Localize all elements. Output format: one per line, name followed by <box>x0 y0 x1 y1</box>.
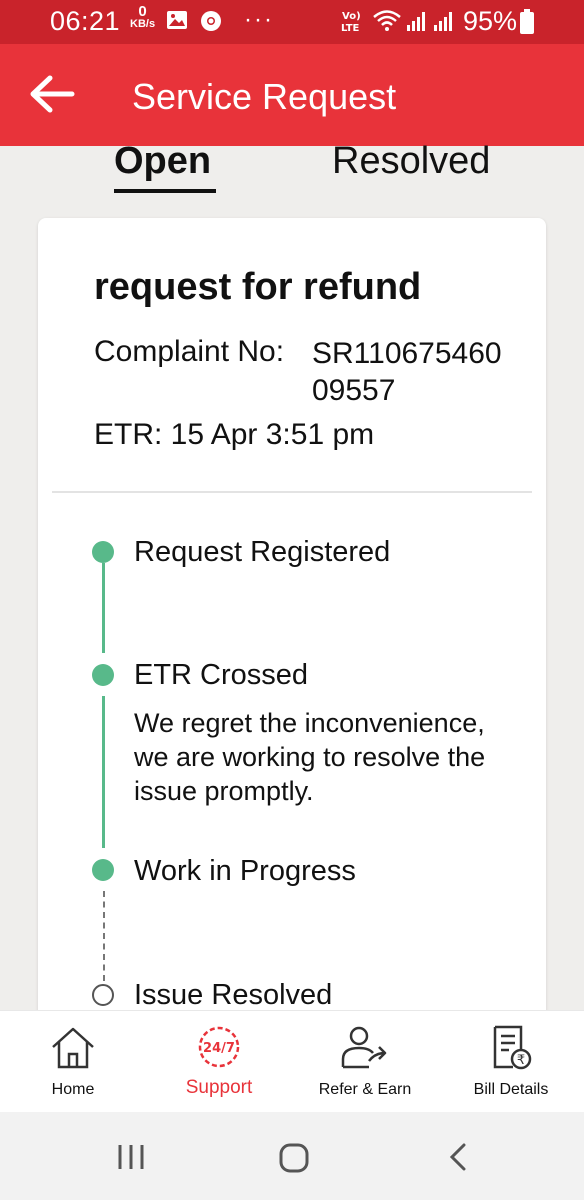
signal-2-icon <box>432 10 454 37</box>
bottom-navigation: Home 24/7 Support Refer & Earn ₹ Bill De… <box>0 1010 584 1112</box>
nav-label-support: Support <box>185 1077 253 1098</box>
data-speed-indicator: 0 KB/s <box>130 3 156 30</box>
timeline-label-etr-crossed: ETR Crossed <box>134 659 309 691</box>
timeline-description-etr-crossed: We regret the inconvenience, we are work… <box>134 708 486 806</box>
timeline-dot-work-in-progress <box>92 859 114 881</box>
nav-bill-details[interactable]: ₹ Bill Details <box>438 1011 584 1113</box>
system-navigation-bar <box>0 1112 584 1200</box>
status-bar: 06:21 0 KB/s ··· Vo) LTE 95% <box>0 0 584 44</box>
back-button-icon[interactable] <box>446 1142 470 1177</box>
timeline-dot-etr-crossed <box>92 664 114 686</box>
battery-percent: 95% <box>463 6 518 36</box>
chrome-icon <box>200 10 222 37</box>
app-bar: Service Request <box>0 44 584 146</box>
tab-open[interactable]: Open <box>114 140 211 183</box>
timeline-dot-registered <box>92 541 114 563</box>
service-request-card[interactable]: request for refund Complaint No: SR11067… <box>38 218 546 1038</box>
timeline-label-work-in-progress: Work in Progress <box>134 855 356 887</box>
nav-label-home: Home <box>51 1081 95 1098</box>
volte-icon: Vo) LTE <box>340 8 366 39</box>
nav-home[interactable]: Home <box>0 1011 146 1113</box>
complaint-number-label: Complaint No: <box>94 335 285 368</box>
nav-label-refer-earn: Refer & Earn <box>318 1081 412 1098</box>
timeline-dot-issue-resolved <box>92 984 114 1006</box>
timeline-connector <box>102 563 105 653</box>
status-tabs: Open Resolved <box>0 140 584 206</box>
svg-text:24/7: 24/7 <box>203 1041 235 1056</box>
nav-refer-earn[interactable]: Refer & Earn <box>292 1011 438 1113</box>
svg-text:₹: ₹ <box>517 1053 525 1068</box>
signal-1-icon <box>405 10 427 37</box>
status-time: 06:21 <box>50 6 121 36</box>
timeline-connector-pending <box>103 891 105 981</box>
tab-resolved[interactable]: Resolved <box>332 140 490 183</box>
back-arrow-icon[interactable] <box>28 74 76 114</box>
nav-support[interactable]: 24/7 Support <box>146 1011 292 1113</box>
gallery-icon <box>166 10 188 35</box>
timeline-label-registered: Request Registered <box>134 536 391 568</box>
timeline-connector <box>102 696 105 848</box>
selected-tab-indicator <box>114 189 216 193</box>
etr-text: ETR: 15 Apr 3:51 pm <box>94 418 375 451</box>
complaint-number: SR11067546009557 <box>312 337 502 407</box>
recent-apps-icon[interactable] <box>116 1142 146 1177</box>
more-notifications-indicator: ··· <box>244 6 274 33</box>
divider <box>52 491 532 493</box>
nav-label-bill-details: Bill Details <box>473 1081 549 1098</box>
request-title: request for refund <box>94 266 422 308</box>
timeline-label-issue-resolved: Issue Resolved <box>134 979 333 1011</box>
home-button-icon[interactable] <box>278 1142 310 1179</box>
svg-text:LTE: LTE <box>341 23 360 34</box>
page-title: Service Request <box>132 76 397 117</box>
battery-icon <box>519 9 535 40</box>
svg-text:Vo): Vo) <box>342 11 361 22</box>
wifi-icon <box>372 9 402 38</box>
